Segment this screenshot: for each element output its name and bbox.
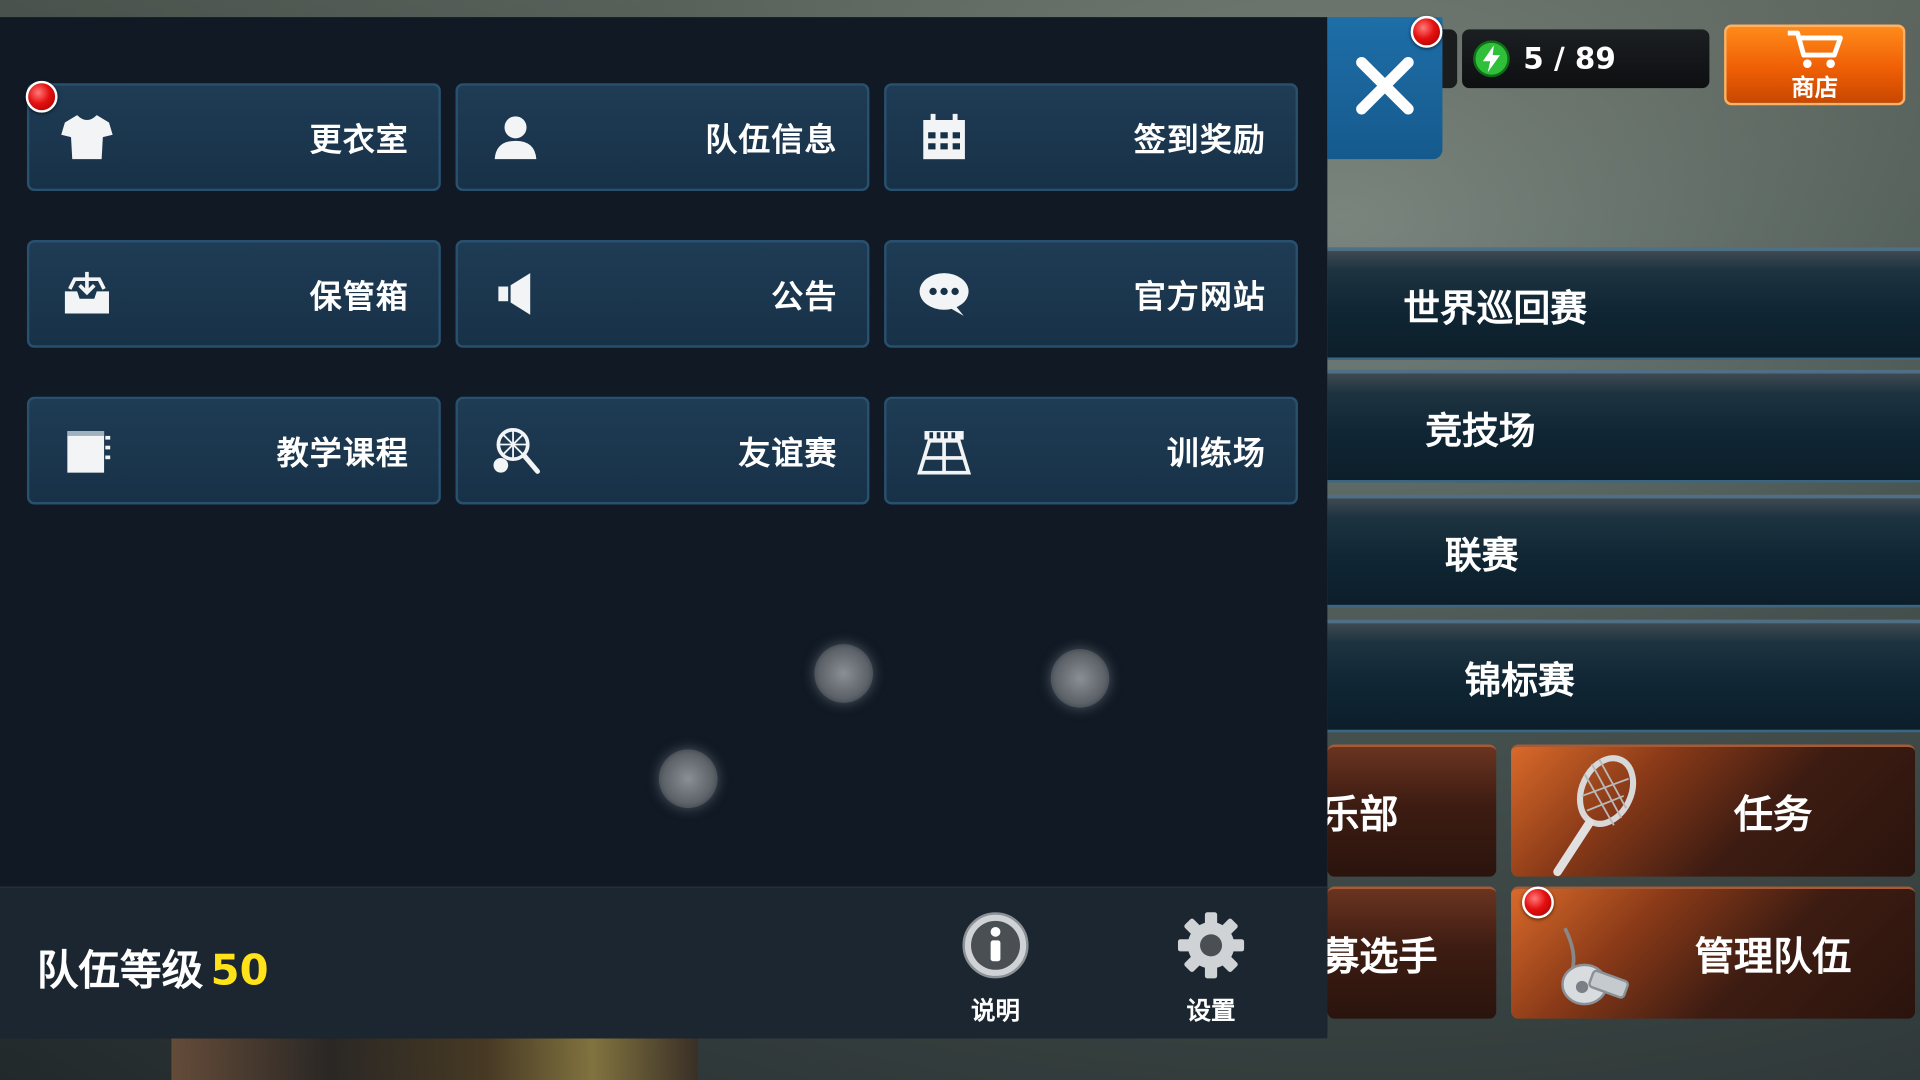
menu-item-label: 教学课程 — [276, 435, 409, 473]
person-icon — [487, 109, 543, 165]
team-level-label: 队伍等级 — [36, 946, 204, 996]
club-tile[interactable]: 乐部 — [1327, 744, 1497, 877]
menu-panel: 更衣室 队伍信息 签到奖励 保管箱 公告 官方网站 教学课程 友谊赛 训练场 — [0, 17, 1328, 1039]
background-player-figure — [171, 1035, 698, 1080]
whistle-icon — [1540, 916, 1638, 1019]
manage-team-label: 管理队伍 — [1694, 933, 1852, 980]
team-level: 队伍等级 50 — [37, 937, 269, 997]
club-label: 乐部 — [1327, 791, 1399, 838]
court-icon — [916, 422, 972, 478]
mode-label: 世界巡回赛 — [1403, 287, 1587, 331]
energy-left-cap — [1442, 29, 1458, 89]
info-icon — [958, 910, 1034, 986]
settings-button[interactable]: 设置 — [1156, 910, 1266, 1028]
loading-dot — [814, 644, 874, 703]
manage-team-badge — [1522, 886, 1554, 919]
mode-league[interactable]: 联赛 — [1327, 494, 1920, 608]
close-icon — [1354, 55, 1415, 121]
mode-label: 竞技场 — [1425, 409, 1536, 453]
quest-label: 任务 — [1733, 791, 1813, 838]
notebook-icon — [59, 422, 115, 478]
menu-item-label: 更衣室 — [309, 121, 409, 159]
racket-ball-icon — [487, 422, 543, 478]
loading-dot — [1050, 648, 1110, 708]
cart-icon — [1785, 28, 1844, 75]
loading-dot — [658, 749, 718, 809]
menu-item-check-in-reward[interactable]: 签到奖励 — [884, 83, 1298, 192]
shop-button[interactable]: 商店 — [1724, 24, 1906, 106]
menu-item-label: 官方网站 — [1133, 278, 1267, 316]
mode-championship[interactable]: 锦标赛 — [1327, 619, 1920, 733]
menu-item-label: 友谊赛 — [738, 435, 838, 473]
menu-item-label: 签到奖励 — [1133, 121, 1267, 159]
menu-item-friendly-match[interactable]: 友谊赛 — [455, 396, 870, 505]
panel-footer: 队伍等级 50 说明 设置 — [0, 886, 1328, 1039]
close-badge — [1410, 15, 1443, 48]
megaphone-icon — [487, 266, 543, 322]
menu-item-official-website[interactable]: 官方网站 — [884, 240, 1298, 348]
lightning-icon — [1472, 39, 1511, 83]
inbox-icon — [59, 266, 115, 322]
help-label: 说明 — [971, 995, 1021, 1025]
recruit-label: 募选手 — [1327, 933, 1438, 980]
chat-bubble-icon — [916, 266, 972, 322]
menu-item-label: 公告 — [771, 278, 838, 316]
menu-item-label: 保管箱 — [309, 278, 409, 316]
energy-value: 5 / 89 — [1523, 41, 1616, 76]
mode-label: 联赛 — [1444, 534, 1519, 578]
quest-tile[interactable]: 任务 — [1511, 744, 1916, 877]
calendar-icon — [916, 109, 972, 165]
energy-counter: 5 / 89 — [1462, 29, 1710, 89]
menu-item-announcement[interactable]: 公告 — [455, 240, 870, 348]
racket-icon — [1543, 754, 1641, 877]
shirt-icon — [59, 109, 115, 165]
help-button[interactable]: 说明 — [940, 910, 1050, 1028]
mode-label: 锦标赛 — [1464, 659, 1575, 703]
menu-item-label: 队伍信息 — [705, 121, 838, 159]
menu-item-locker-room[interactable]: 更衣室 — [26, 83, 441, 192]
menu-item-tutorial[interactable]: 教学课程 — [26, 396, 441, 505]
locker-room-badge — [25, 80, 58, 113]
team-level-value: 50 — [210, 946, 269, 996]
menu-item-label: 训练场 — [1166, 435, 1267, 473]
menu-item-storage-box[interactable]: 保管箱 — [26, 240, 441, 348]
gear-icon — [1173, 910, 1249, 986]
menu-item-team-info[interactable]: 队伍信息 — [455, 83, 870, 192]
manage-team-tile[interactable]: 管理队伍 — [1511, 886, 1916, 1019]
shop-label: 商店 — [1791, 74, 1838, 102]
mode-arena[interactable]: 竞技场 — [1327, 369, 1920, 483]
menu-item-training-ground[interactable]: 训练场 — [884, 396, 1298, 505]
settings-label: 设置 — [1186, 995, 1236, 1025]
mode-world-tour[interactable]: 世界巡回赛 — [1327, 247, 1920, 361]
recruit-tile[interactable]: 募选手 — [1327, 886, 1497, 1019]
